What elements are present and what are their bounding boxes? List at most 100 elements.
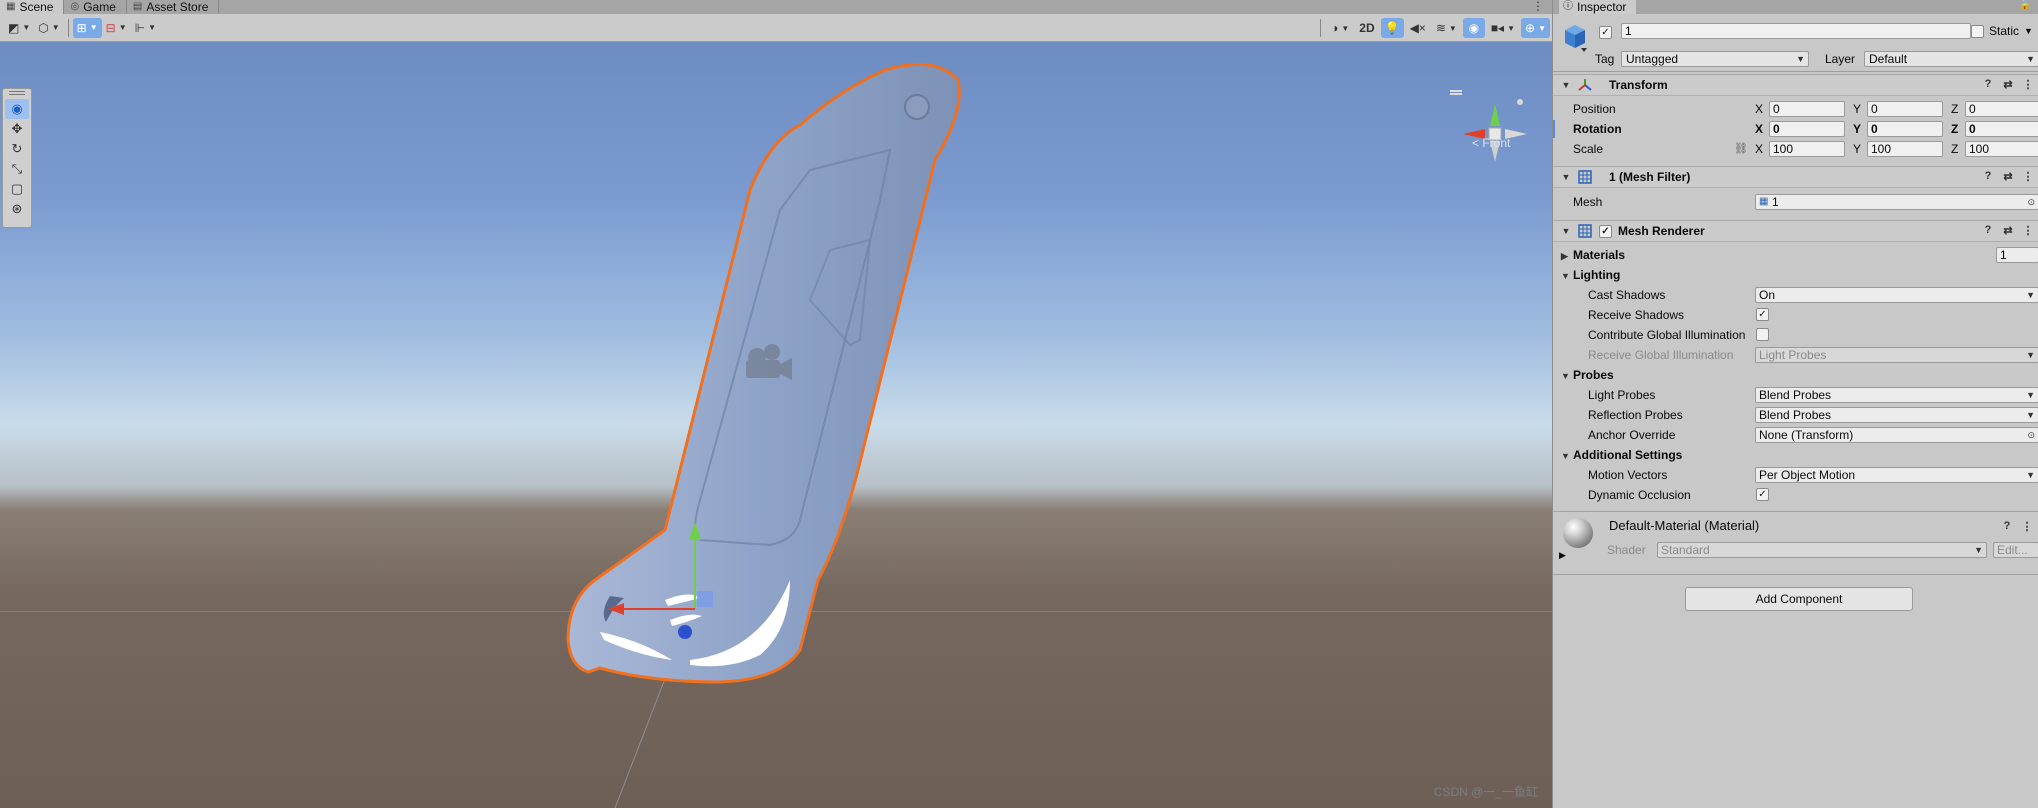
mesh-renderer-header[interactable]: ▼ ✓ Mesh Renderer ? ⇄ ⋮	[1553, 220, 2038, 242]
mesh-object-field[interactable]: ▦ 1 ⊙	[1755, 194, 2038, 210]
selected-mesh-object[interactable]	[0, 42, 1552, 808]
probes-foldout[interactable]: ▼ Probes	[1561, 368, 1614, 382]
audio-toggle-button[interactable]: ◀×	[1406, 18, 1430, 38]
lighting-foldout[interactable]: ▼ Lighting	[1561, 268, 1620, 282]
motion-vectors-dropdown[interactable]: Per Object Motion ▼	[1755, 467, 2038, 483]
help-icon[interactable]: ?	[1981, 78, 1995, 91]
rotation-z-field[interactable]: 0	[1965, 121, 2038, 137]
rotate-tool-button[interactable]: ↻	[5, 139, 29, 159]
camera-settings-button[interactable]: ■◂ ▼	[1487, 18, 1519, 38]
static-checkbox[interactable]	[1971, 24, 1984, 38]
visibility-toggle-button[interactable]: ◉	[1462, 18, 1485, 38]
mesh-renderer-enabled-checkbox[interactable]: ✓	[1599, 224, 1612, 238]
scene-menu-icon[interactable]: ⋮	[1532, 0, 1544, 12]
scene-viewport[interactable]: ◉ ✥ ↻ ⤡ ▢ ⊛ < Front CSDN @一_一鱼缸	[0, 42, 1552, 808]
tab-asset-store[interactable]: ▤ Asset Store	[127, 0, 220, 14]
kebab-menu-icon[interactable]: ⋮	[2021, 170, 2035, 183]
scale-x-field[interactable]: 100	[1769, 141, 1845, 157]
material-title: Default-Material (Material)	[1609, 518, 1760, 533]
anchor-override-field[interactable]: None (Transform) ⊙	[1755, 427, 2038, 443]
ruler-button[interactable]: ⊩ ▼	[131, 18, 160, 38]
mesh-label: Mesh	[1573, 195, 1603, 209]
lock-icon[interactable]: 🔒	[2019, 0, 2031, 11]
chevron-down-icon: ▼	[1448, 23, 1457, 33]
lightbulb-icon: 💡	[1384, 21, 1400, 35]
scale-tool-button[interactable]: ⤡	[5, 159, 29, 179]
mesh-filter-header[interactable]: ▼ 1 (Mesh Filter) ? ⇄ ⋮	[1553, 166, 2038, 188]
kebab-menu-icon[interactable]: ⋮	[2021, 78, 2035, 91]
increment-snapping-button[interactable]: ⊟ ▼	[102, 18, 131, 38]
kebab-menu-icon[interactable]: ⋮	[2020, 520, 2034, 533]
materials-count-field[interactable]: 1	[1996, 247, 2038, 263]
tag-dropdown[interactable]: Untagged ▼	[1621, 51, 1809, 67]
shader-dropdown[interactable]: Standard ▼	[1657, 542, 1987, 558]
material-fold-icon[interactable]: ▶	[1559, 550, 1566, 561]
material-actions: ? ⋮	[2000, 520, 2034, 533]
gameobject-cube-icon[interactable]	[1561, 22, 1589, 54]
gamepad-icon: ◎	[70, 1, 80, 12]
fold-icon[interactable]: ▼	[1559, 172, 1573, 182]
gizmos-button[interactable]: ⊕ ▼	[1521, 18, 1550, 38]
move-tool-button[interactable]: ✥	[5, 119, 29, 139]
fold-icon[interactable]: ▼	[1559, 226, 1573, 236]
gizmo-y-cone[interactable]	[1490, 104, 1500, 126]
object-picker-icon[interactable]: ⊙	[2027, 428, 2035, 442]
effects-button[interactable]: ≋ ▼	[1432, 18, 1461, 38]
scale-fields: X 100 Y 100 Z 100	[1755, 141, 2038, 157]
shading-mode-button[interactable]: ◩ ▼	[4, 18, 34, 38]
help-icon[interactable]: ?	[1981, 170, 1995, 183]
view-tool-button[interactable]: ◉	[5, 99, 29, 119]
cast-shadows-dropdown[interactable]: On ▼	[1755, 287, 2038, 303]
rect-tool-button[interactable]: ▢	[5, 179, 29, 199]
tab-scene[interactable]: ▦ Scene	[0, 0, 65, 14]
preset-icon[interactable]: ⇄	[2001, 170, 2015, 183]
static-toggle[interactable]: Static ▼	[1971, 24, 2033, 38]
position-y-field[interactable]: 0	[1867, 101, 1943, 117]
contribute-gi-checkbox[interactable]	[1756, 328, 1769, 341]
active-toggle[interactable]: ✓	[1599, 24, 1612, 39]
fold-icon: ▼	[1561, 371, 1570, 381]
reflection-probes-dropdown[interactable]: Blend Probes ▼	[1755, 407, 2038, 423]
draw-mode-button[interactable]: ◑ ▼	[1327, 18, 1353, 38]
orientation-label[interactable]: < Front	[1472, 136, 1510, 150]
dynamic-occlusion-checkbox[interactable]: ✓	[1756, 488, 1769, 501]
position-z-field[interactable]: 0	[1965, 101, 2038, 117]
light-probes-value: Blend Probes	[1759, 388, 1832, 402]
link-scale-icon[interactable]: ⛓	[1734, 142, 1748, 155]
tab-inspector[interactable]: ⓘ Inspector	[1559, 0, 1637, 14]
gizmo-z-handle[interactable]	[678, 625, 692, 639]
palette-grip[interactable]	[9, 91, 25, 95]
preset-icon[interactable]: ⇄	[2001, 224, 2015, 237]
chevron-down-icon: ▼	[1974, 545, 1983, 555]
help-icon[interactable]: ?	[2000, 520, 2014, 533]
receive-shadows-checkbox[interactable]: ✓	[1756, 308, 1769, 321]
scale-z-field[interactable]: 100	[1965, 141, 2038, 157]
lighting-toggle-button[interactable]: 💡	[1380, 18, 1404, 38]
transform-header[interactable]: ▼ Transform ? ⇄ ⋮	[1553, 74, 2038, 96]
rotation-y-field[interactable]: 0	[1867, 121, 1943, 137]
position-x-field[interactable]: 0	[1769, 101, 1845, 117]
toggle-2d-button[interactable]: 2D	[1355, 18, 1378, 38]
object-name-field[interactable]: 1	[1621, 23, 1971, 39]
preset-icon[interactable]: ⇄	[2001, 78, 2015, 91]
fold-icon[interactable]: ▼	[1559, 80, 1573, 90]
layer-dropdown[interactable]: Default ▼	[1864, 51, 2038, 67]
additional-settings-foldout[interactable]: ▼ Additional Settings	[1561, 448, 1682, 462]
object-picker-icon[interactable]: ⊙	[2027, 195, 2035, 209]
shader-edit-button[interactable]: Edit...	[1993, 542, 2038, 558]
transform-tool-button[interactable]: ⊛	[5, 199, 29, 219]
gizmo-panel-grip[interactable]	[1450, 90, 1462, 92]
add-component-button[interactable]: Add Component	[1685, 587, 1913, 611]
help-icon[interactable]: ?	[1981, 224, 1995, 237]
kebab-menu-icon[interactable]: ⋮	[2021, 224, 2035, 237]
scene-camera-button[interactable]: ⬡ ▼	[34, 18, 63, 38]
rotation-x-field[interactable]: 0	[1769, 121, 1845, 137]
grid-snapping-button[interactable]: ⊞ ▼	[72, 17, 102, 38]
chevron-down-icon: ▼	[2026, 390, 2035, 400]
tab-game[interactable]: ◎ Game	[64, 0, 127, 14]
light-probes-dropdown[interactable]: Blend Probes ▼	[1755, 387, 2038, 403]
increment-snap-icon: ⊟	[105, 20, 116, 35]
scale-y-field[interactable]: 100	[1867, 141, 1943, 157]
materials-foldout[interactable]: ▶ Materials	[1561, 248, 1625, 262]
gizmo-plane-handle[interactable]	[697, 591, 713, 607]
